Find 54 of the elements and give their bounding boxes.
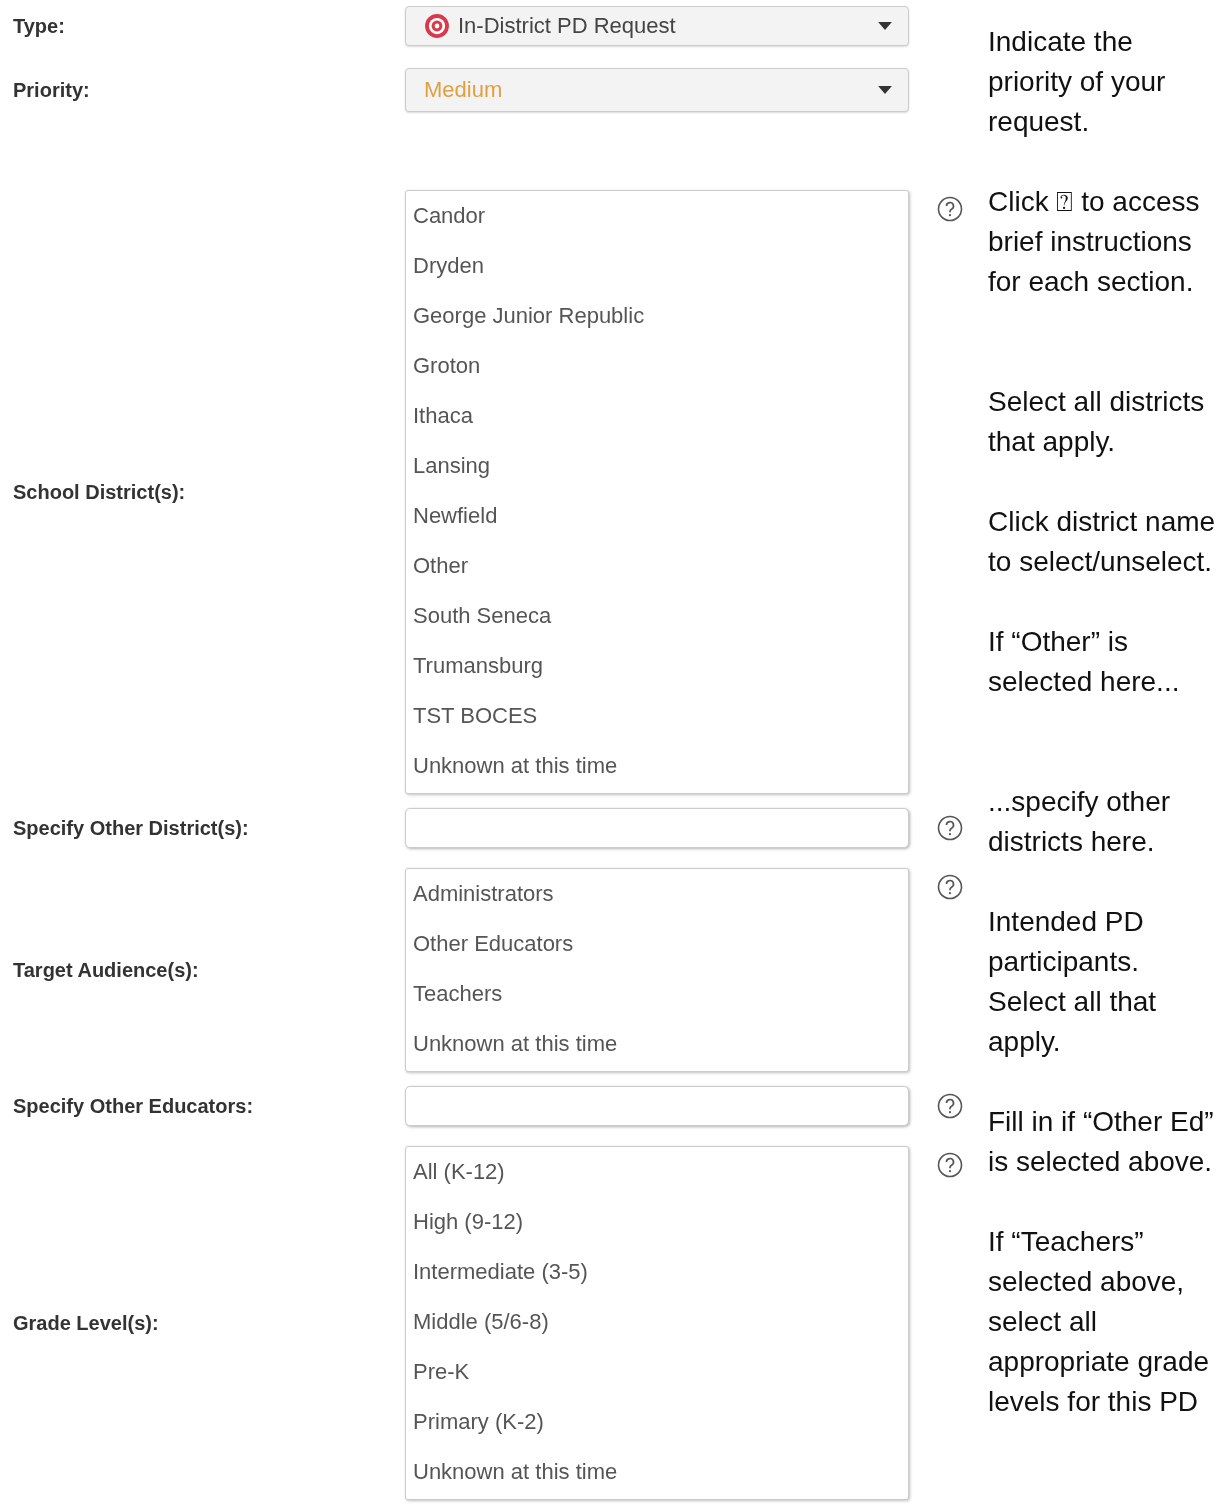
list-box[interactable]: Candor Dryden George Junior Republic Groton Ithaca Lansing Newfield Other South Seneca Trumansburg TST BOCES Unknown at this time xyxy=(405,190,909,794)
list-option[interactable]: Middle (5/6-8) xyxy=(406,1297,908,1347)
dropdown[interactable]: In-District PD Request xyxy=(405,6,909,46)
list-option[interactable]: Candor xyxy=(406,191,908,241)
field-label: Specify Other Educators: xyxy=(12,1094,254,1118)
field-label: School District(s): xyxy=(12,480,186,504)
list-option[interactable]: Intermediate (3-5) xyxy=(406,1247,908,1297)
list-box[interactable]: Administrators Other Educators Teachers Unknown at this time xyxy=(405,868,909,1072)
caret-icon xyxy=(878,86,892,94)
list-option[interactable]: George Junior Republic xyxy=(406,291,908,341)
help-icon[interactable] xyxy=(936,815,963,841)
field-label: Target Audience(s): xyxy=(12,958,199,982)
instruction-note: Intended PD participants. Select all that apply. xyxy=(988,905,1158,1059)
instruction-note: Indicate the priority of your request. xyxy=(988,25,1167,139)
list-option[interactable]: Unknown at this time xyxy=(406,1019,908,1069)
list-option[interactable]: Groton xyxy=(406,341,908,391)
dropdown-value: Medium xyxy=(424,77,504,103)
list-option[interactable]: Trumansburg xyxy=(406,641,908,691)
instruction-note: Click ⍰ to access brief instructions for each section. xyxy=(988,185,1201,299)
list-option[interactable]: TST BOCES xyxy=(406,691,908,741)
dropdown-value: In-District PD Request xyxy=(458,13,677,39)
list-option[interactable]: Other xyxy=(406,541,908,591)
help-icon[interactable] xyxy=(936,1093,963,1119)
list-box[interactable]: All (K-12) High (9-12) Intermediate (3-5) Middle (5/6-8) Pre-K Primary (K-2) Unknown at this time xyxy=(405,1146,909,1500)
field-label: Priority: xyxy=(12,78,90,102)
list-option[interactable]: Unknown at this time xyxy=(406,741,908,791)
list-option[interactable]: Lansing xyxy=(406,441,908,491)
input-field[interactable] xyxy=(405,808,909,848)
instruction-note: Click district name to select/unselect. xyxy=(988,505,1217,579)
list-option[interactable]: Unknown at this time xyxy=(406,1447,908,1497)
list-option[interactable]: Other Educators xyxy=(406,919,908,969)
list-option[interactable]: Administrators xyxy=(406,869,908,919)
input-field[interactable] xyxy=(405,1086,909,1126)
help-icon[interactable] xyxy=(936,1152,963,1178)
list-option[interactable]: All (K-12) xyxy=(406,1147,908,1197)
help-icon[interactable] xyxy=(936,196,963,222)
caret-icon xyxy=(878,22,892,30)
instruction-note: If “Other” is selected here... xyxy=(988,625,1181,699)
instruction-note: ...specify other districts here. xyxy=(988,785,1172,859)
list-option[interactable]: Teachers xyxy=(406,969,908,1019)
field-label: Grade Level(s): xyxy=(12,1311,159,1335)
field-label: Type: xyxy=(12,14,65,38)
list-option[interactable]: Ithaca xyxy=(406,391,908,441)
list-option[interactable]: South Seneca xyxy=(406,591,908,641)
instruction-note: If “Teachers” selected above, select all appropriate grade levels for this PD xyxy=(988,1225,1211,1419)
instruction-note: Fill in if “Other Ed” is selected above. xyxy=(988,1105,1215,1179)
list-option[interactable]: Primary (K-2) xyxy=(406,1397,908,1447)
field-label: Specify Other District(s): xyxy=(12,816,249,840)
list-option[interactable]: Newfield xyxy=(406,491,908,541)
list-option[interactable]: Pre-K xyxy=(406,1347,908,1397)
instruction-note: Select all districts that apply. xyxy=(988,385,1206,459)
help-icon[interactable] xyxy=(936,874,963,900)
list-option[interactable]: High (9-12) xyxy=(406,1197,908,1247)
list-option[interactable]: Dryden xyxy=(406,241,908,291)
